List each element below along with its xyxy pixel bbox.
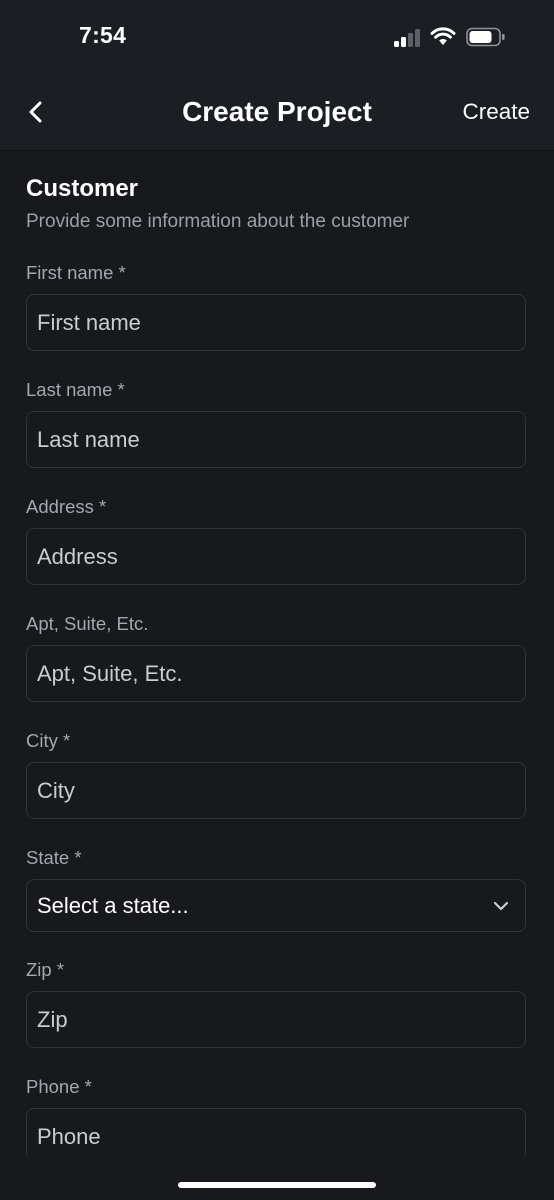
create-button[interactable]: Create [462, 99, 530, 125]
state-label: State * [26, 847, 82, 868]
phone-label: Phone * [26, 1076, 92, 1097]
first-name-field[interactable]: First name [26, 294, 526, 351]
city-label: City * [26, 730, 71, 751]
zip-label: Zip * [26, 959, 65, 980]
last-name-label: Last name * [26, 379, 125, 400]
zip-field[interactable]: Zip [26, 991, 526, 1048]
city-field[interactable]: City [26, 762, 526, 819]
first-name-label: First name * [26, 262, 126, 283]
battery-icon [466, 27, 505, 47]
last-name-field[interactable]: Last name [26, 411, 526, 468]
bottom-safe-area [0, 1155, 554, 1200]
wifi-icon [430, 27, 456, 45]
nav-bar: Create Project Create [0, 74, 554, 151]
status-bar: 7:54 [0, 0, 554, 74]
home-indicator [178, 1182, 376, 1188]
chevron-down-icon [493, 901, 509, 911]
apt-suite-field[interactable]: Apt, Suite, Etc. [26, 645, 526, 702]
address-field[interactable]: Address [26, 528, 526, 585]
section-subtitle: Provide some information about the custo… [26, 211, 410, 232]
state-select-value: Select a state... [37, 892, 189, 918]
state-select[interactable]: Select a state... [26, 879, 526, 932]
apt-suite-label: Apt, Suite, Etc. [26, 613, 149, 634]
cellular-signal-icon [394, 27, 422, 47]
section-title: Customer [26, 175, 139, 202]
status-time: 7:54 [79, 22, 127, 48]
address-label: Address * [26, 496, 107, 517]
